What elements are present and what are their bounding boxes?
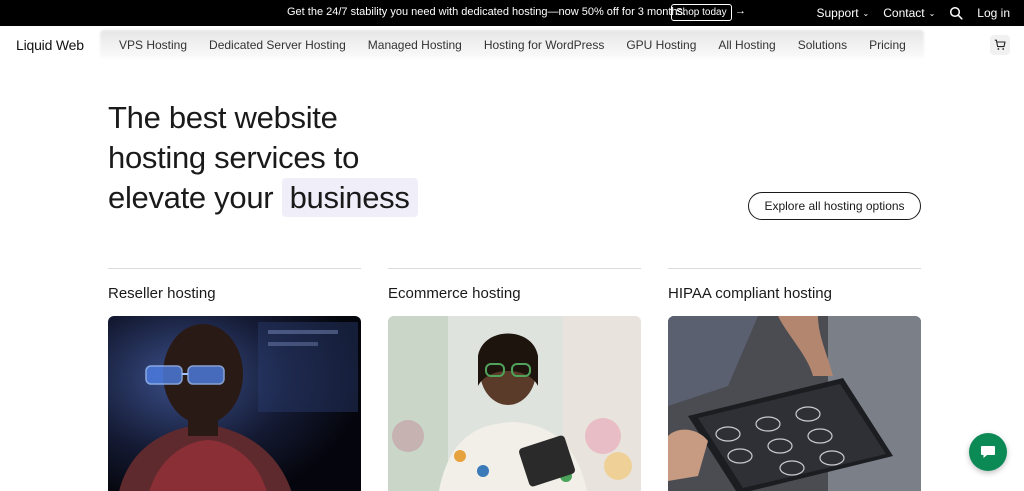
card-title[interactable]: Reseller hosting (108, 285, 361, 302)
hipaa-hosting-image[interactable] (668, 316, 921, 491)
card-divider (388, 268, 641, 269)
card-divider (108, 268, 361, 269)
login-link[interactable]: Log in (977, 6, 1010, 20)
promo-bar: Get the 24/7 stability you need with ded… (0, 0, 1024, 26)
cart-button[interactable] (990, 35, 1010, 55)
nav-item-gpu-hosting[interactable]: GPU Hosting (626, 38, 696, 52)
shop-today-button[interactable]: Shop today (671, 4, 732, 21)
nav-item-vps-hosting[interactable]: VPS Hosting (119, 38, 187, 52)
card-hipaa-compliant-hosting[interactable]: HIPAA compliant hosting (668, 268, 921, 491)
nav-item-hosting-for-wordpress[interactable]: Hosting for WordPress (484, 38, 605, 52)
logo[interactable]: Liquid Web (16, 37, 84, 53)
hero-highlight: business (281, 178, 418, 217)
contact-menu[interactable]: Contact ⌄ (883, 6, 935, 20)
search-icon (950, 6, 963, 20)
nav-item-managed-hosting[interactable]: Managed Hosting (368, 38, 462, 52)
chat-button[interactable] (969, 433, 1007, 471)
arrow-right-icon[interactable]: → (735, 5, 746, 17)
support-label: Support (816, 6, 859, 20)
man-at-monitor-photo (108, 316, 361, 491)
chevron-down-icon: ⌄ (928, 8, 936, 18)
card-title[interactable]: HIPAA compliant hosting (668, 285, 921, 302)
reseller-hosting-image[interactable] (108, 316, 361, 491)
main-nav: Liquid Web VPS Hosting Dedicated Server … (0, 26, 1024, 64)
nav-item-all-hosting[interactable]: All Hosting (718, 38, 775, 52)
search-button[interactable] (949, 6, 963, 20)
card-divider (668, 268, 921, 269)
nav-menu: VPS Hosting Dedicated Server Hosting Man… (108, 26, 917, 64)
cart-icon (994, 39, 1006, 50)
promo-message: Get the 24/7 stability you need with ded… (287, 6, 687, 18)
nav-item-solutions[interactable]: Solutions (798, 38, 847, 52)
contact-label: Contact (883, 6, 925, 20)
card-ecommerce-hosting[interactable]: Ecommerce hosting (388, 268, 641, 491)
support-menu[interactable]: Support ⌄ (817, 6, 870, 20)
hands-on-tablet-photo (668, 316, 921, 491)
card-title[interactable]: Ecommerce hosting (388, 285, 641, 302)
ecommerce-hosting-image[interactable] (388, 316, 641, 491)
chevron-down-icon: ⌄ (862, 8, 870, 18)
woman-with-tablet-photo (388, 316, 641, 491)
nav-item-dedicated-server-hosting[interactable]: Dedicated Server Hosting (209, 38, 346, 52)
hero-line-2: hosting services to (108, 140, 360, 175)
explore-hosting-button[interactable]: Explore all hosting options (748, 192, 921, 220)
hero-line-3: elevate your (108, 180, 274, 215)
hero-heading: The best website hosting services to ele… (108, 98, 528, 218)
hero-line-1: The best website (108, 100, 338, 135)
utility-links: Support ⌄ Contact ⌄ Log in (817, 0, 1011, 26)
nav-item-pricing[interactable]: Pricing (869, 38, 906, 52)
chat-icon (981, 446, 995, 458)
card-reseller-hosting[interactable]: Reseller hosting (108, 268, 361, 491)
